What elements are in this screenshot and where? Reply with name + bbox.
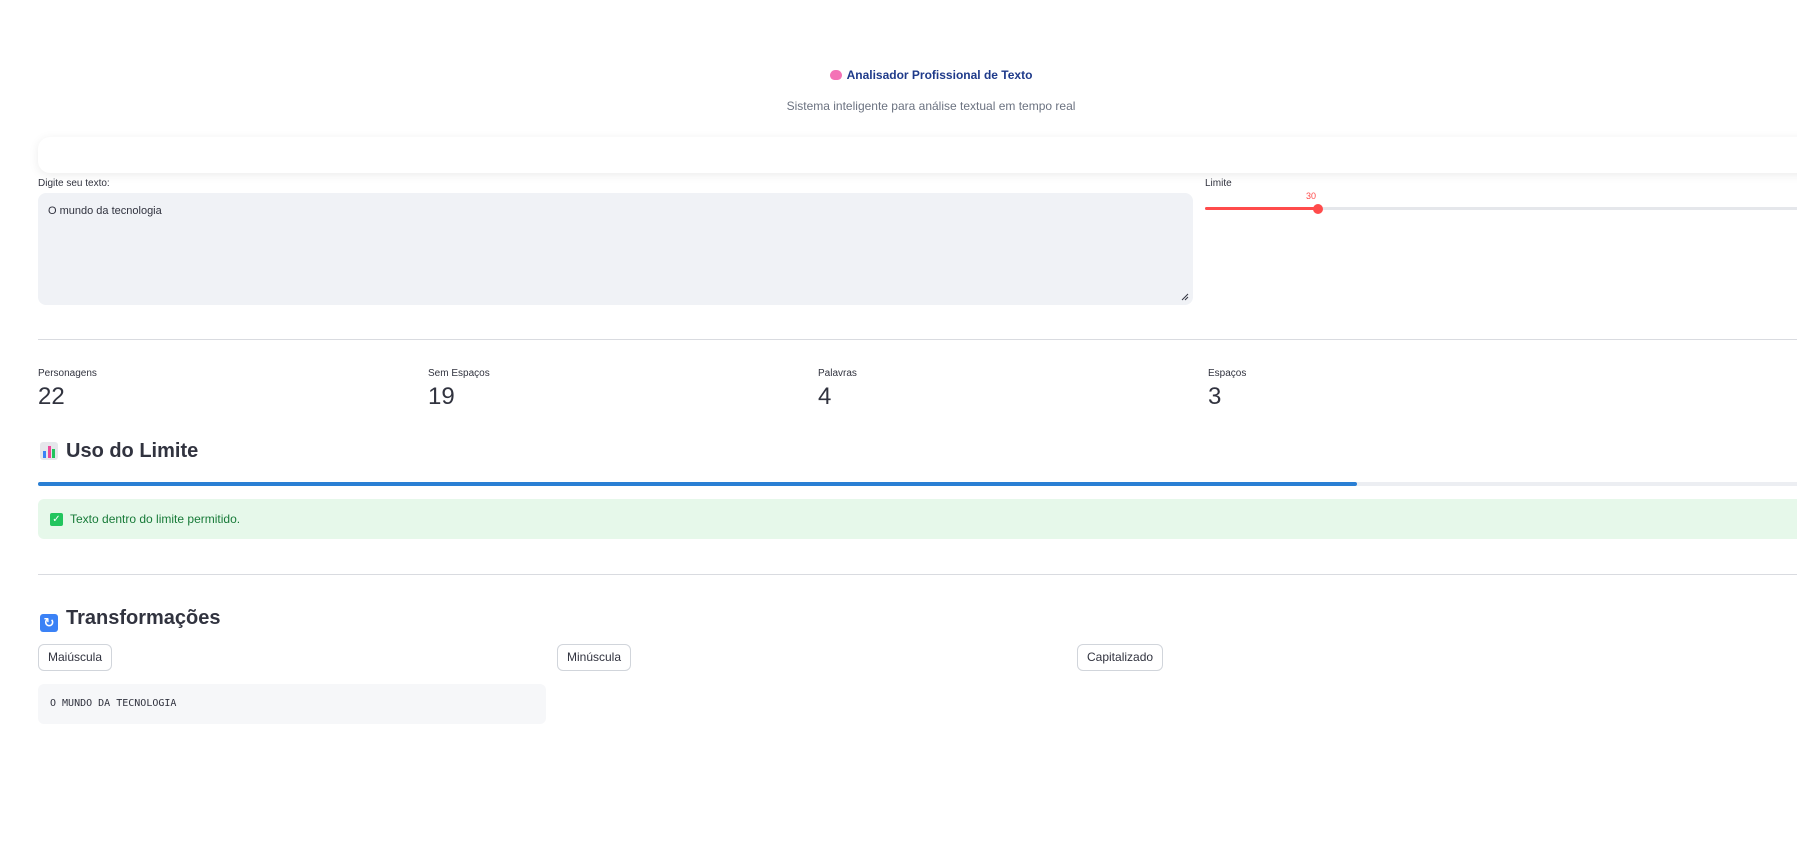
usage-heading: Uso do Limite — [40, 440, 198, 463]
page-title-text: Analisador Profissional de Texto — [846, 68, 1033, 82]
metric-value: 22 — [38, 383, 65, 410]
text-input-area[interactable]: O mundo da tecnologia — [38, 193, 1193, 305]
bar-chart-icon — [40, 442, 58, 460]
page-title: Analisador Profissional de Texto — [0, 68, 1797, 82]
metric-label: Palavras — [818, 368, 857, 379]
metric-value: 3 — [1208, 383, 1222, 410]
refresh-icon: ↻ — [40, 614, 58, 632]
page-subtitle: Sistema inteligente para análise textual… — [786, 99, 1076, 113]
metric-characters: Personagens 22 — [38, 368, 97, 411]
limit-slider-label: Limite — [1205, 178, 1232, 189]
limit-progress-fill — [38, 482, 1358, 486]
usage-heading-text: Uso do Limite — [66, 440, 199, 462]
metric-value: 19 — [428, 383, 455, 410]
limit-slider-fill — [1205, 207, 1318, 210]
header-card — [38, 137, 1797, 173]
metric-no-spaces: Sem Espaços 19 — [428, 368, 490, 411]
metric-label: Espaços — [1208, 368, 1247, 379]
uppercase-button[interactable]: Maiúscula — [38, 644, 113, 671]
limit-slider-value: 30 — [1306, 191, 1317, 201]
brain-icon — [829, 70, 842, 80]
text-input-value: O mundo da tecnologia — [48, 205, 162, 217]
lowercase-button[interactable]: Minúscula — [557, 644, 632, 671]
metric-label: Personagens — [38, 368, 97, 379]
metric-value: 4 — [818, 383, 832, 410]
success-alert: ✓ Texto dentro do limite permitido. — [38, 499, 1797, 539]
limit-slider-thumb[interactable] — [1313, 204, 1323, 214]
transforms-heading-text: Transformações — [66, 607, 221, 629]
metric-words: Palavras 4 — [818, 368, 857, 411]
divider — [38, 574, 1797, 575]
transform-output: O MUNDO DA TECNOLOGIA — [38, 684, 546, 724]
divider — [38, 339, 1797, 340]
metric-spaces: Espaços 3 — [1208, 368, 1246, 411]
check-icon: ✓ — [50, 513, 63, 526]
transforms-heading: ↻ Transformações — [40, 607, 221, 632]
capitalize-button[interactable]: Capitalizado — [1077, 644, 1164, 671]
resize-handle-icon[interactable] — [1181, 293, 1189, 301]
text-input-label: Digite seu texto: — [38, 178, 110, 189]
success-alert-text: Texto dentro do limite permitido. — [70, 512, 241, 526]
metric-label: Sem Espaços — [428, 368, 490, 379]
